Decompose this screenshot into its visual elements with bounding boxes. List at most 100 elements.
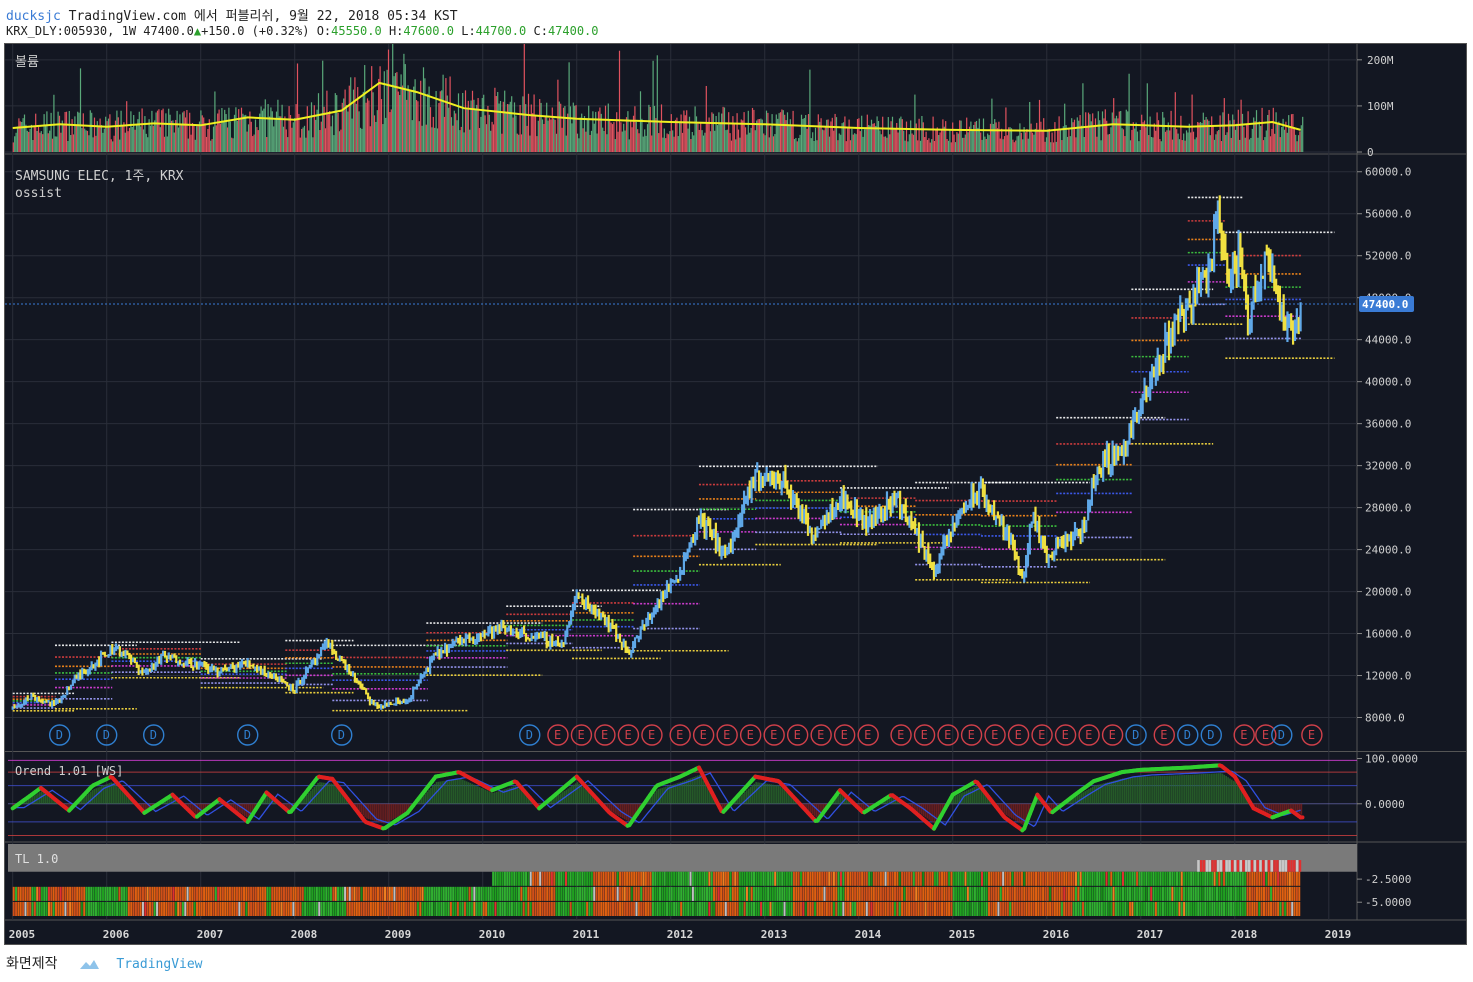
- tl-cell: [158, 886, 161, 901]
- tl-cell: [800, 871, 803, 886]
- tl-cell: [938, 901, 941, 916]
- osc-histogram-bar: [1215, 773, 1218, 804]
- tl-cell: [292, 886, 295, 901]
- volume-bar: [1078, 120, 1080, 152]
- volume-bar: [462, 92, 464, 152]
- tl-cell: [985, 871, 988, 886]
- tl-cell: [1279, 886, 1282, 901]
- volume-bar: [933, 140, 936, 152]
- tl-cell: [29, 886, 32, 901]
- osc-histogram-bar: [1003, 803, 1006, 814]
- osc-histogram-bar: [456, 778, 459, 804]
- osc-histogram-bar: [1016, 803, 1019, 822]
- volume-bar: [593, 123, 595, 152]
- tl-cell: [654, 871, 657, 886]
- tl-cell: [358, 901, 361, 916]
- volume-bar: [60, 132, 62, 152]
- osc-histogram-bar: [1001, 803, 1004, 812]
- volume-bar: [649, 106, 651, 152]
- volume-bar: [663, 128, 665, 152]
- volume-bar: [985, 138, 987, 152]
- volume-bar: [350, 77, 352, 152]
- volume-bar: [1296, 141, 1298, 152]
- tl-cell: [926, 901, 929, 916]
- volume-bar: [1220, 141, 1223, 152]
- tl-cell: [1114, 901, 1117, 916]
- volume-bar: [1213, 139, 1216, 152]
- volume-bar: [1201, 123, 1203, 152]
- volume-bar: [513, 102, 516, 152]
- tl-cell: [1190, 871, 1193, 886]
- chart-canvas[interactable]: DDDDDDEEEEEEEEEEEEEEEEEEEEEEEEDEDDEEDE 2…: [5, 19, 1466, 944]
- volume-bar: [74, 116, 76, 152]
- volume-bar: [1064, 103, 1066, 152]
- tl-cell: [1070, 886, 1073, 901]
- volume-bar: [1152, 137, 1154, 152]
- tl-cell: [515, 871, 518, 886]
- tl-cell: [1154, 901, 1157, 916]
- author-link[interactable]: ducksjc: [6, 9, 61, 24]
- volume-bar: [123, 122, 125, 152]
- osc-histogram-bar: [766, 783, 769, 804]
- tl-cell: [1202, 860, 1206, 872]
- tl-cell: [45, 901, 48, 916]
- tl-cell: [1265, 871, 1268, 886]
- tl-cell: [696, 871, 699, 886]
- volume-bar: [126, 101, 128, 152]
- volume-bar: [243, 115, 245, 152]
- tl-cell: [1248, 886, 1251, 901]
- tl-cell: [844, 871, 847, 886]
- volume-bar: [571, 123, 573, 152]
- volume-bar: [1227, 113, 1230, 152]
- tl-cell: [384, 901, 387, 916]
- tl-cell: [1056, 901, 1059, 916]
- tl-cell: [1204, 901, 1207, 916]
- osc-histogram-bar: [1259, 803, 1261, 810]
- tl-cell: [1025, 886, 1028, 901]
- volume-bar: [357, 87, 359, 152]
- tradingview-link[interactable]: TradingView: [116, 957, 202, 972]
- tl-cell: [539, 901, 542, 916]
- volume-bar: [879, 130, 881, 152]
- tl-cell: [1006, 871, 1009, 886]
- volume-bar: [840, 134, 842, 152]
- volume-bar: [487, 105, 489, 152]
- volume-bar: [1089, 114, 1091, 152]
- tl-cell: [623, 871, 626, 886]
- volume-bar: [354, 77, 356, 152]
- volume-bar: [648, 104, 650, 152]
- osc-histogram-bar: [518, 788, 521, 804]
- tl-cell: [769, 901, 772, 916]
- tl-cell: [1098, 886, 1101, 901]
- event-marker-label: E: [968, 728, 975, 742]
- tl-cell: [250, 886, 253, 901]
- tl-cell: [1279, 901, 1282, 916]
- osc-histogram-bar: [520, 790, 522, 804]
- event-marker-label: E: [1038, 728, 1045, 742]
- volume-bar: [859, 131, 861, 152]
- tl-cell: [297, 901, 300, 916]
- osc-histogram-bar: [463, 780, 466, 804]
- volume-bar: [726, 129, 728, 152]
- tl-cell: [969, 901, 972, 916]
- tl-cell: [69, 901, 72, 916]
- osc-histogram-bar: [1138, 776, 1141, 804]
- tl-cell: [1281, 901, 1284, 916]
- tl-cell: [560, 886, 563, 901]
- volume-bar: [417, 101, 419, 152]
- osc-histogram-bar: [776, 785, 778, 804]
- tl-cell: [727, 871, 730, 886]
- tl-cell: [1265, 901, 1268, 916]
- volume-bar: [135, 124, 138, 152]
- osc-histogram-bar: [683, 780, 686, 804]
- osc-histogram-bar: [1227, 777, 1229, 804]
- tl-cell: [1199, 886, 1202, 901]
- osc-histogram-bar: [678, 782, 680, 804]
- volume-bar: [551, 107, 553, 152]
- tl-cell: [1098, 901, 1101, 916]
- osc-histogram-bar: [933, 803, 936, 824]
- chart-frame[interactable]: DDDDDDEEEEEEEEEEEEEEEEEEEEEEEEDEDDEEDE 2…: [4, 19, 1467, 945]
- osc-histogram-bar: [33, 795, 35, 804]
- tl-cell: [658, 886, 661, 901]
- tl-cell: [1025, 871, 1028, 886]
